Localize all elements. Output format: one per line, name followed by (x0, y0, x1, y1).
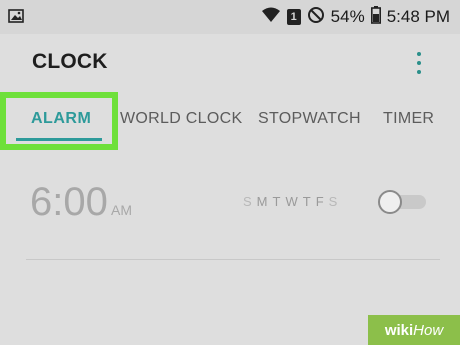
divider (26, 259, 440, 260)
alarm-repeat-days: S M T W T F S (243, 194, 338, 209)
status-bar: 1 54% 5:48 PM (0, 0, 460, 34)
tab-world-clock[interactable]: WORLD CLOCK (120, 110, 242, 128)
alarm-time: 6:00 (30, 180, 108, 224)
day-wednesday: W (285, 194, 299, 209)
tab-alarm[interactable]: ALARM (31, 110, 91, 128)
day-tuesday: T (272, 194, 282, 209)
battery-percent: 54% (330, 7, 365, 26)
status-icons: 1 54% 5:48 PM (261, 5, 450, 29)
toggle-knob (378, 190, 402, 214)
more-options-icon[interactable] (412, 50, 426, 76)
clock-time: 5:48 PM (386, 7, 450, 26)
day-friday: F (315, 194, 325, 209)
alarm-toggle[interactable] (378, 190, 426, 214)
tab-stopwatch[interactable]: STOPWATCH (258, 110, 361, 128)
day-thursday: T (302, 194, 312, 209)
day-sunday: S (243, 194, 253, 209)
battery-icon (370, 5, 381, 29)
do-not-disturb-icon (307, 6, 325, 29)
wifi-icon (261, 7, 281, 28)
day-saturday: S (328, 194, 339, 209)
day-monday: M (256, 194, 269, 209)
tab-active-indicator (16, 138, 102, 141)
tab-timer[interactable]: TIMER (383, 110, 434, 128)
app-title: CLOCK (32, 50, 108, 73)
alarm-item[interactable]: 6:00 AM S M T W T F S (0, 160, 460, 255)
tab-bar: ALARM WORLD CLOCK STOPWATCH TIMER (0, 92, 460, 152)
sim-icon: 1 (286, 9, 301, 25)
image-icon (8, 8, 24, 29)
wikihow-watermark: wiki How (368, 315, 460, 345)
alarm-ampm: AM (111, 202, 132, 218)
